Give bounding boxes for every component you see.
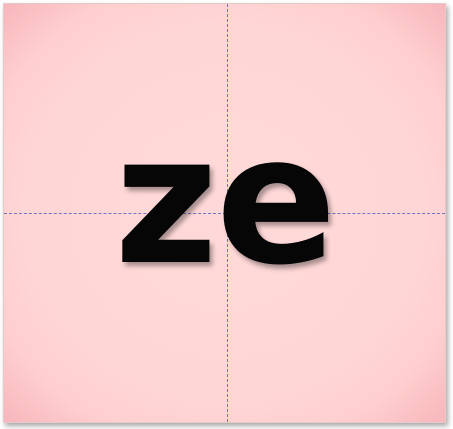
flashcard: ze: [3, 3, 446, 423]
syllable-text: ze: [114, 97, 336, 304]
